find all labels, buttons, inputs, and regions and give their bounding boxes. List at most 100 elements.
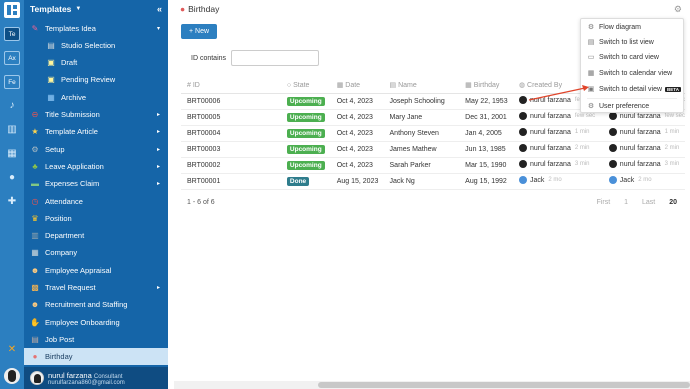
sidebar-item-company[interactable]: ▦ Company [24,244,168,261]
sidebar-item-travel-request[interactable]: ▩ Travel Request ▸ [24,279,168,296]
name-cell: Joseph Schooling [389,93,466,110]
sidebar-item-pending-review[interactable]: ▣ Pending Review [24,71,168,88]
palm-icon: ♣ [32,161,38,171]
sidebar-item-label: Setup [45,145,65,154]
table-row[interactable]: BRT00002 Upcoming Oct 4, 2023 Sarah Parker M… [181,157,685,174]
menu-item-calendar-view[interactable]: ▦ Switch to calendar view [581,66,685,81]
page-size-select[interactable]: 20 [669,199,677,206]
last-page-button[interactable]: Last [642,199,655,206]
avatar [518,112,527,120]
column-header-date[interactable]: ▦ Date [336,78,390,94]
app-logo[interactable] [4,2,20,18]
clapper-icon: ▤ [47,40,55,50]
users-icon[interactable]: ● [6,172,18,184]
sidebar-item-birthday[interactable]: ● Birthday [24,348,168,365]
calendar-icon[interactable]: ▦ [6,148,18,160]
collapse-icon[interactable]: « [157,4,162,14]
archive-icon: ▦ [47,92,55,102]
sidebar-item-label: Draft [61,58,78,67]
sidebar-title[interactable]: Templates [30,4,71,14]
sidebar-item-employee-onboarding[interactable]: ✋ Employee Onboarding [24,314,168,331]
sidebar-item-setup[interactable]: ⚙ Setup ▸ [24,141,168,158]
menu-item-card-view[interactable]: ▭ Switch to card view [581,50,685,65]
tools-icon[interactable]: ✕ [6,344,18,356]
add-user-icon[interactable]: ✚ [6,196,18,208]
record-id[interactable]: BRT00002 [187,162,220,169]
name-cell: Jack Ng [389,173,466,190]
sidebar-item-label: Birthday [45,352,73,361]
record-id[interactable]: BRT00006 [187,98,220,105]
text-icon: ▤ [389,82,399,90]
sidebar-item-job-post[interactable]: ▤ Job Post [24,331,168,348]
avatar [518,128,527,136]
menu-item-detail-view[interactable]: ▣ Switch to detail view BETA [581,82,685,97]
modified-ago: 2 mo [638,177,652,183]
chart-icon[interactable]: ▥ [6,124,18,136]
page-1-button[interactable]: 1 [624,199,628,206]
settings-gear-icon[interactable]: ⚙ [674,4,682,15]
filter-operator[interactable]: contains [200,55,226,62]
scroll-thumb[interactable] [318,382,690,388]
record-id[interactable]: BRT00001 [187,178,220,185]
sidebar-item-draft[interactable]: ▣ Draft [24,54,168,71]
menu-item-flow-diagram[interactable]: ⚙ Flow diagram [581,20,685,35]
birthday-cell: Mar 15, 1990 [465,157,519,174]
chevron-right-icon[interactable]: ▸ [157,128,160,135]
table-row[interactable]: BRT00004 Upcoming Oct 4, 2023 Anthony Steve… [181,125,685,142]
avatar[interactable] [4,368,20,384]
sidebar-item-expenses-claim[interactable]: ▬ Expenses Claim ▸ [24,175,168,192]
column-header-id[interactable]: # ID [181,78,287,94]
pagination: First 1 Last 20 [585,199,677,206]
status-badge: Upcoming [286,160,325,170]
sidebar-item-studio-selection[interactable]: ▤ Studio Selection [24,37,168,54]
person-icon: ☻ [30,265,40,275]
name-cell: Mary Jane [389,109,466,126]
chevron-right-icon[interactable]: ▸ [157,163,160,170]
table-row[interactable]: BRT00001 Done Aug 15, 2023 Jack Ng Aug 15, 1… [181,173,685,190]
sidebar-header[interactable]: Templates ▼ « [24,0,168,18]
chevron-right-icon[interactable]: ▸ [157,284,160,291]
column-header-birthday[interactable]: ▦ Birthday [465,78,519,94]
record-id[interactable]: BRT00004 [187,130,220,137]
workspace-fe[interactable]: Fe [4,75,20,89]
list-icon: ▤ [587,38,595,46]
star-icon: ★ [31,126,39,136]
workspace-te[interactable]: Te [4,27,20,41]
chevron-right-icon[interactable]: ▸ [157,111,160,118]
sidebar-item-archive[interactable]: ▦ Archive [24,89,168,106]
sidebar-item-department[interactable]: ▥ Department [24,227,168,244]
new-button[interactable]: + New [181,24,217,39]
column-header-name[interactable]: ▤ Name [389,78,466,94]
chevron-down-icon[interactable]: ▾ [157,25,160,32]
first-page-button[interactable]: First [597,199,611,206]
record-id[interactable]: BRT00003 [187,146,220,153]
sidebar-item-title-submission[interactable]: ⊖ Title Submission ▸ [24,106,168,123]
date-cell: Oct 4, 2023 [336,109,390,126]
record-id[interactable]: BRT00005 [187,114,220,121]
chevron-down-icon[interactable]: ▼ [75,6,81,12]
user-profile[interactable]: nurul farzana Consultant nurulfarzana860… [24,367,168,389]
menu-item-user-preference[interactable]: ⚙ User preference [581,99,685,114]
sidebar-item-templates-idea[interactable]: ✎ Templates Idea ▾ [24,20,168,37]
sidebar-item-position[interactable]: ♛ Position [24,210,168,227]
sidebar-item-template-article[interactable]: ★ Template Article ▸ [24,123,168,140]
filter-input[interactable] [231,50,319,66]
workspace-ax[interactable]: Ax [4,51,20,65]
sidebar: Templates ▼ « ✎ Templates Idea ▾ ▤ Studio Sele… [24,0,168,389]
sidebar-item-employee-appraisal[interactable]: ☻ Employee Appraisal [24,262,168,279]
column-header-state[interactable]: ○ State [286,78,337,94]
bell-icon[interactable]: ♪ [6,100,18,112]
chevron-right-icon[interactable]: ▸ [157,146,160,153]
user-role: Consultant [93,373,123,380]
sidebar-item-recruitment-and-staffing[interactable]: ☻ Recruitment and Staffing [24,296,168,313]
table-row[interactable]: BRT00003 Upcoming Oct 4, 2023 James Mathew J… [181,141,685,158]
horizontal-scrollbar[interactable] [174,381,690,389]
created-ago: 2 min [574,145,590,151]
sidebar-item-leave-application[interactable]: ♣ Leave Application ▸ [24,158,168,175]
gear-icon: ⚙ [31,144,39,154]
chevron-right-icon[interactable]: ▸ [157,180,160,187]
status-badge: Upcoming [286,128,325,138]
sidebar-item-label: Company [45,248,78,257]
sidebar-item-attendance[interactable]: ◷ Attendance [24,193,168,210]
menu-item-list-view[interactable]: ▤ Switch to list view [581,35,685,50]
